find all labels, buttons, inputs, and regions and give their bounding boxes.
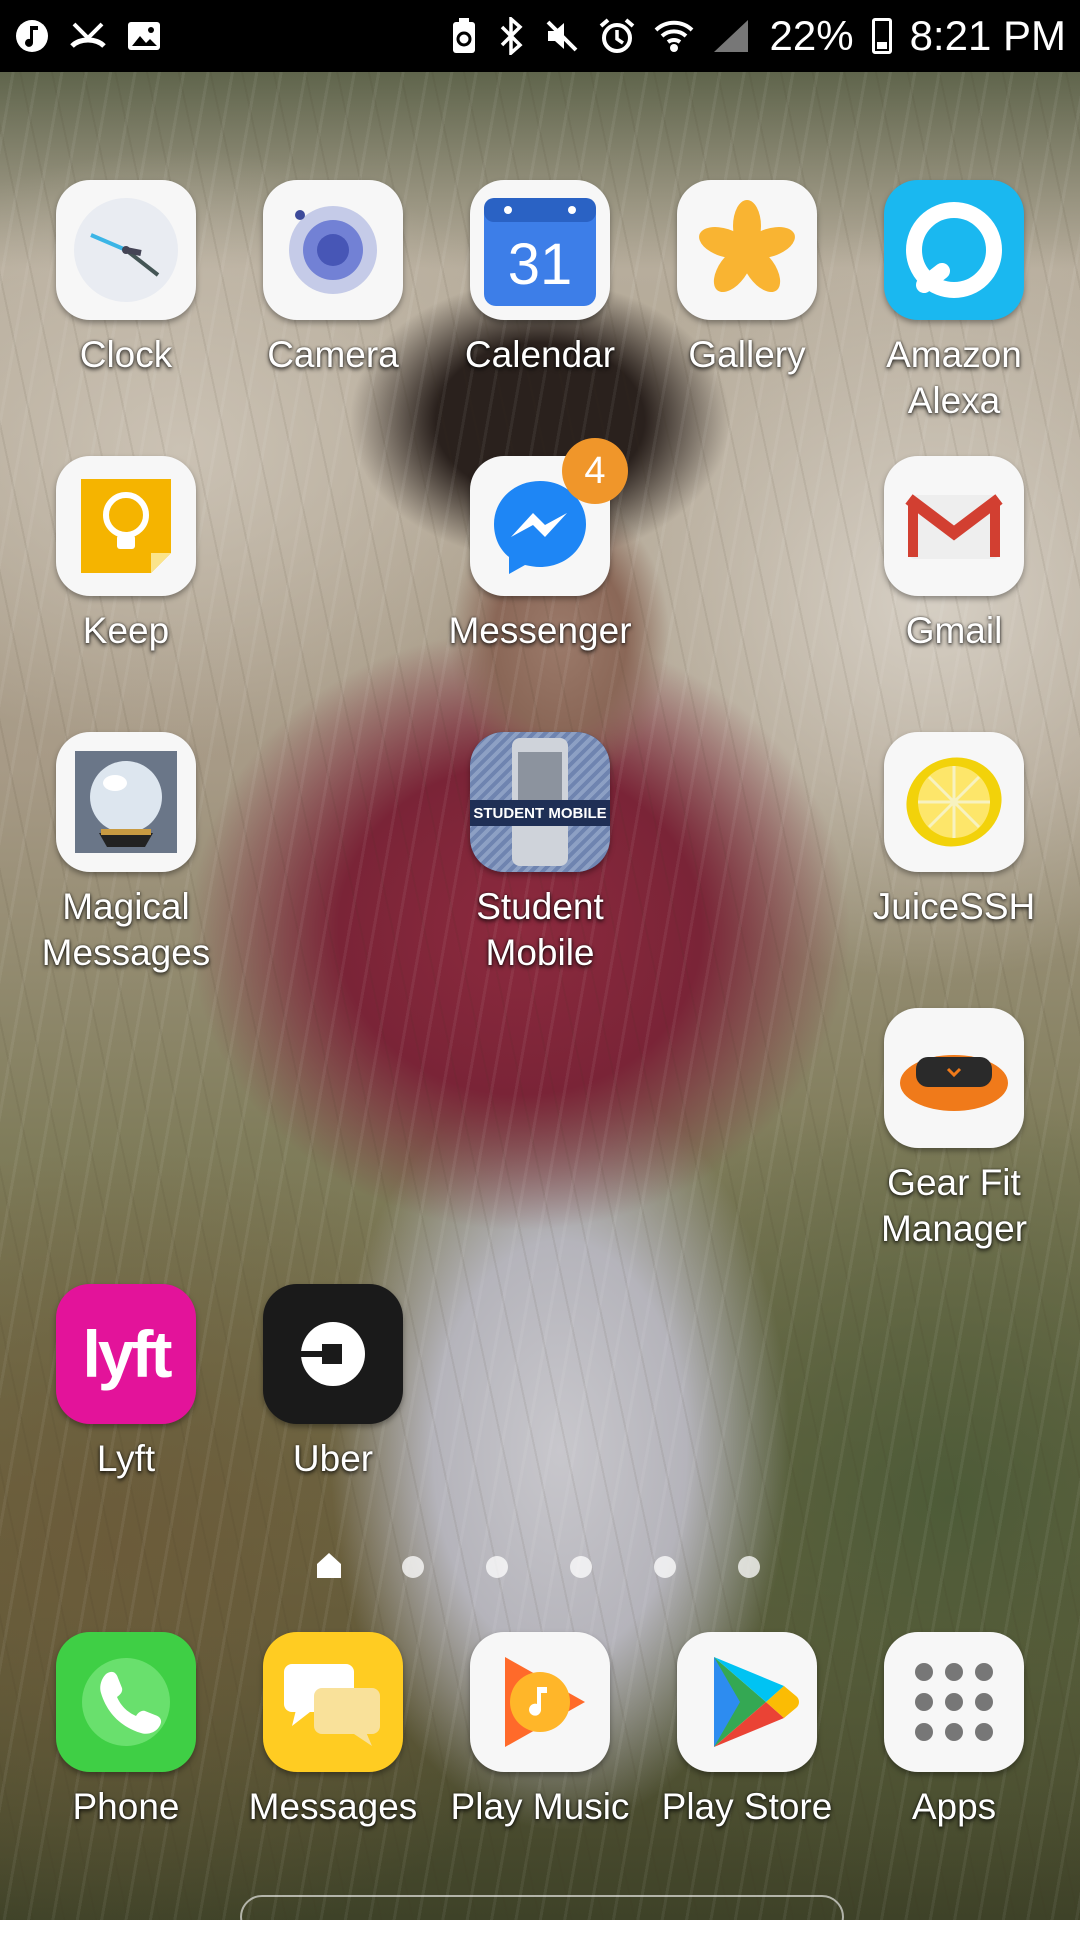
student-mobile-tile-text: STUDENT MOBILE	[470, 800, 610, 826]
app-gallery[interactable]: Gallery	[647, 180, 847, 378]
dock-play-music[interactable]: Play Music	[440, 1632, 640, 1830]
app-label: Clock	[79, 334, 173, 375]
alexa-icon	[884, 180, 1024, 320]
gmail-icon	[884, 456, 1024, 596]
app-label: Keep	[82, 610, 170, 651]
navigation-handle[interactable]	[240, 1895, 844, 1939]
app-juicessh[interactable]: JuiceSSH	[854, 732, 1054, 930]
app-label: Gallery	[688, 334, 806, 375]
battery-saver-icon	[452, 18, 475, 53]
app-label: JuiceSSH	[872, 886, 1036, 927]
lyft-icon: lyft	[56, 1284, 196, 1424]
play-store-icon	[677, 1632, 817, 1772]
image-notification-icon	[128, 22, 160, 50]
app-label: Phone	[72, 1786, 180, 1827]
lemon-icon	[884, 732, 1024, 872]
app-messenger[interactable]: 4 Messenger	[440, 438, 640, 654]
battery-icon	[871, 18, 892, 54]
dock-apps[interactable]: Apps	[854, 1632, 1054, 1830]
student-mobile-icon: STUDENT MOBILE	[470, 732, 610, 872]
app-label: Calendar	[464, 334, 616, 375]
app-keep[interactable]: Keep	[26, 456, 226, 654]
gallery-icon	[677, 180, 817, 320]
dock-phone[interactable]: Phone	[26, 1632, 226, 1830]
notification-badge: 4	[562, 438, 628, 504]
play-music-icon	[470, 1632, 610, 1772]
app-student-mobile[interactable]: STUDENT MOBILE Student Mobile	[440, 732, 640, 976]
app-lyft[interactable]: lyft Lyft	[26, 1284, 226, 1482]
clock-time: 8:21 PM	[909, 12, 1066, 59]
keep-icon	[56, 456, 196, 596]
app-label: Student Mobile	[476, 886, 604, 973]
signal-icon	[713, 20, 748, 52]
messenger-icon: 4	[470, 438, 628, 596]
messages-icon	[263, 1632, 403, 1772]
app-label: Lyft	[96, 1438, 156, 1479]
app-gear-fit-manager[interactable]: Gear Fit Manager	[854, 1008, 1054, 1252]
app-magical-messages[interactable]: Magical Messages	[26, 732, 226, 976]
app-label: Play Music	[450, 1786, 630, 1827]
status-bar: 22% 8:21 PM	[0, 0, 1080, 72]
battery-percent: 22%	[769, 12, 854, 59]
dock-messages[interactable]: Messages	[233, 1632, 433, 1830]
app-label: Amazon Alexa	[886, 334, 1022, 421]
app-label: Camera	[267, 334, 399, 375]
app-amazon-alexa[interactable]: Amazon Alexa	[854, 180, 1054, 424]
app-calendar[interactable]: 31 Calendar	[440, 180, 640, 378]
clock-icon	[56, 180, 196, 320]
app-label: Messenger	[448, 610, 632, 651]
page-dot[interactable]	[486, 1556, 508, 1578]
camera-icon	[263, 180, 403, 320]
page-dot[interactable]	[738, 1556, 760, 1578]
missed-call-icon	[70, 22, 106, 48]
uber-icon	[263, 1284, 403, 1424]
dock-play-store[interactable]: Play Store	[647, 1632, 847, 1830]
music-note-icon	[16, 20, 48, 52]
app-drawer-icon	[884, 1632, 1024, 1772]
app-camera[interactable]: Camera	[233, 180, 433, 378]
page-indicator	[0, 1548, 1080, 1588]
wifi-icon	[654, 20, 693, 52]
home-page-indicator-icon[interactable]	[314, 1550, 344, 1580]
app-uber[interactable]: Uber	[233, 1284, 433, 1482]
app-label: Messages	[248, 1786, 418, 1827]
app-label: Uber	[292, 1438, 374, 1479]
app-label: Magical Messages	[41, 886, 211, 973]
page-dot[interactable]	[570, 1556, 592, 1578]
crystal-ball-icon	[56, 732, 196, 872]
app-label: Play Store	[661, 1786, 833, 1827]
app-clock[interactable]: Clock	[26, 180, 226, 378]
app-label: Gmail	[905, 610, 1003, 651]
app-label: Gear Fit Manager	[880, 1162, 1028, 1249]
calendar-day: 31	[508, 232, 573, 297]
page-dot[interactable]	[654, 1556, 676, 1578]
bluetooth-icon	[500, 17, 523, 55]
calendar-icon: 31	[470, 180, 610, 320]
page-dot[interactable]	[402, 1556, 424, 1578]
mute-icon	[546, 20, 577, 52]
gear-fit-icon	[884, 1008, 1024, 1148]
phone-icon	[56, 1632, 196, 1772]
app-label: Apps	[911, 1786, 997, 1827]
app-gmail[interactable]: Gmail	[854, 456, 1054, 654]
alarm-icon	[599, 18, 634, 53]
